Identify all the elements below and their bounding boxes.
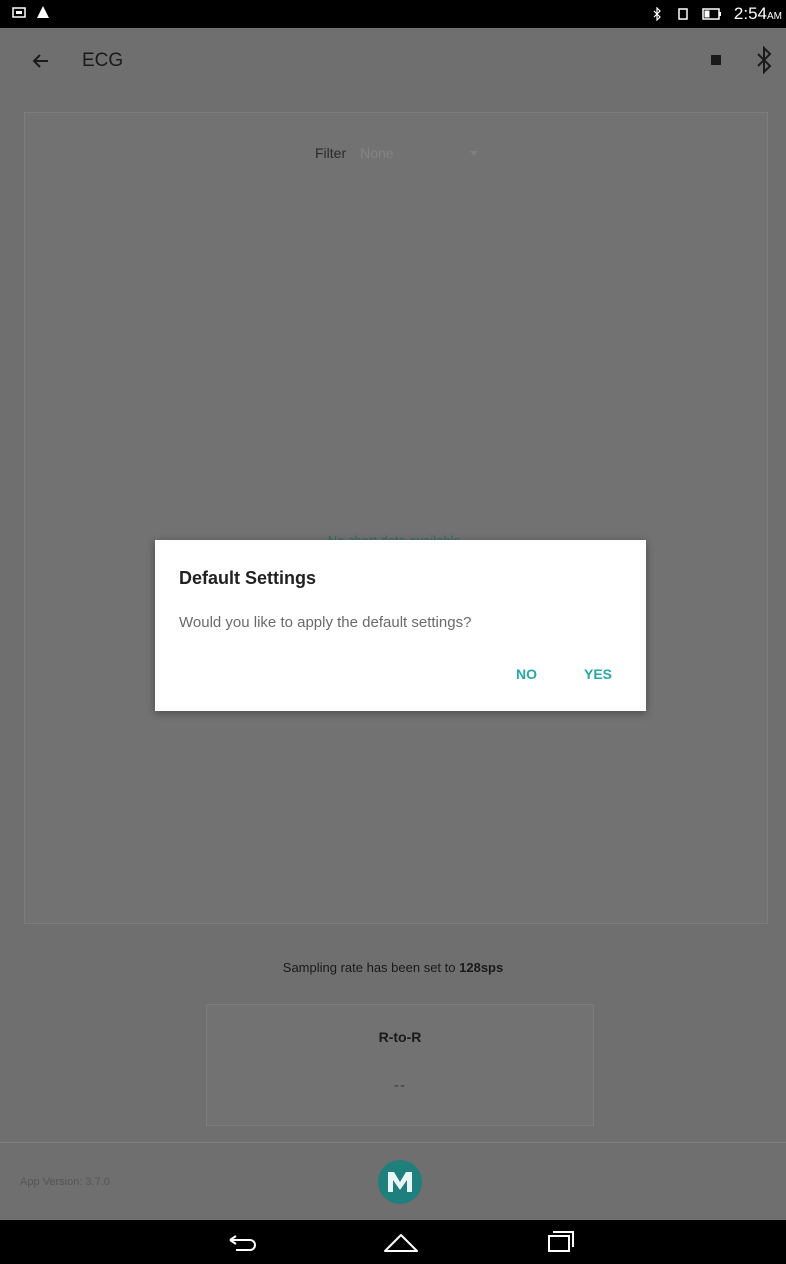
r-to-r-card: R-to-R -- bbox=[206, 1004, 594, 1126]
screenshot-icon bbox=[12, 7, 26, 18]
no-button[interactable]: NO bbox=[516, 666, 537, 682]
footer-divider bbox=[0, 1142, 786, 1143]
status-right: 2:54AM bbox=[650, 4, 782, 24]
chevron-down-icon[interactable] bbox=[470, 150, 479, 156]
recents-nav-icon[interactable] bbox=[540, 1227, 580, 1257]
sampling-rate-value: 128sps bbox=[459, 960, 504, 975]
filter-row: Filter None bbox=[315, 145, 479, 161]
navigation-bar bbox=[0, 1220, 786, 1264]
stop-button[interactable] bbox=[708, 52, 724, 68]
maxim-logo-icon bbox=[378, 1160, 422, 1204]
filter-label: Filter bbox=[315, 145, 347, 161]
r-to-r-title: R-to-R bbox=[378, 1029, 422, 1045]
r-to-r-value: -- bbox=[394, 1077, 406, 1094]
app-version: App Version: 3.7.0 bbox=[20, 1176, 110, 1188]
arrow-left-icon[interactable] bbox=[26, 46, 56, 76]
yes-button[interactable]: YES bbox=[584, 666, 612, 682]
bluetooth-icon[interactable] bbox=[752, 46, 776, 74]
stop-square-icon bbox=[711, 55, 721, 65]
bluetooth-status-icon bbox=[653, 7, 661, 21]
default-settings-dialog: Default Settings Would you like to apply… bbox=[155, 540, 646, 711]
status-time: 2:54AM bbox=[733, 4, 782, 23]
dialog-message: Would you like to apply the default sett… bbox=[179, 614, 472, 631]
home-nav-icon[interactable] bbox=[381, 1227, 421, 1257]
page-title: ECG bbox=[82, 50, 124, 71]
back-nav-icon[interactable] bbox=[222, 1227, 262, 1257]
status-left bbox=[12, 5, 50, 19]
warning-icon bbox=[37, 6, 49, 18]
app-bar: ECG bbox=[0, 28, 786, 92]
sampling-rate-text: Sampling rate has been set to 128sps bbox=[282, 960, 504, 975]
status-bar: 2:54AM bbox=[0, 0, 786, 28]
battery-icon bbox=[702, 8, 721, 20]
dialog-title: Default Settings bbox=[179, 568, 317, 588]
rotate-icon bbox=[678, 8, 688, 20]
filter-select[interactable]: None bbox=[360, 145, 456, 161]
ecg-chart-card: Filter None No chart data available. bbox=[24, 112, 768, 924]
